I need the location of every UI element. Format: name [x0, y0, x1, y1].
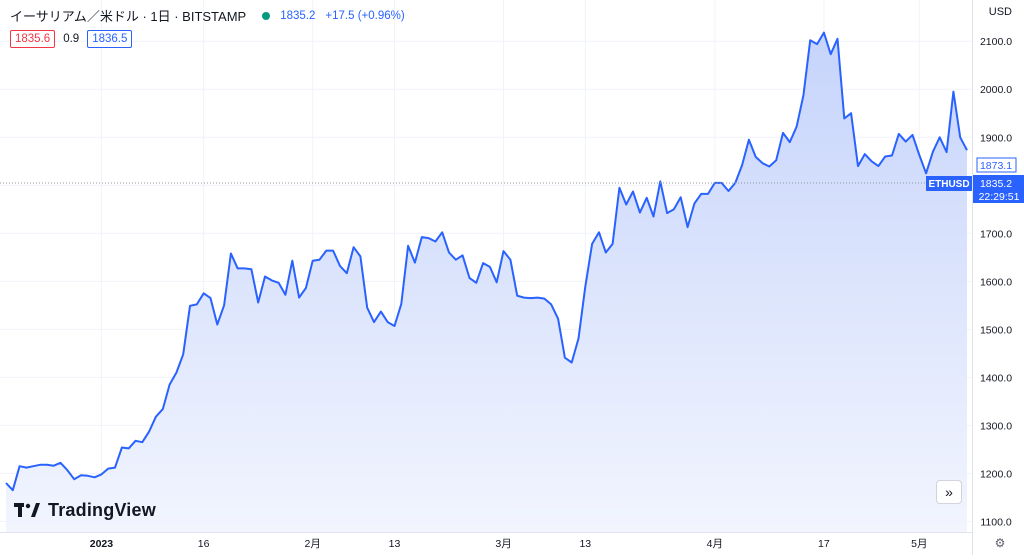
prev-close-label: 1873.1: [980, 160, 1012, 172]
countdown-label: 22:29:51: [979, 191, 1020, 203]
time-tick-label: 2月: [305, 538, 321, 550]
brand-name: TradingView: [48, 500, 156, 520]
chart-header: イーサリアム／米ドル · 1日 · BITSTAMP 1835.2 +17.5 …: [10, 6, 405, 25]
price-tick-label: 1100.0: [980, 516, 1011, 528]
quote-bar: 1835.6 0.9 1836.5: [10, 30, 133, 48]
market-status-icon: [262, 11, 271, 20]
currency-selector[interactable]: USD: [989, 6, 1012, 18]
price-chart[interactable]: 1100.0 1200.0 1300.0 1400.0 1500.0 1600.0 1700…: [0, 0, 1024, 555]
chart-area[interactable]: 1100.0 1200.0 1300.0 1400.0 1500.0 1600.0 1700…: [0, 0, 1024, 555]
bid-button[interactable]: 1835.6: [10, 30, 56, 48]
time-tick-label: 5月: [911, 538, 927, 550]
header-change: +17.5 (+0.96%): [325, 9, 405, 22]
price-tick-label: 1900.0: [980, 132, 1012, 144]
price-tick-label: 1200.0: [980, 468, 1012, 480]
time-tick-label: 13: [389, 538, 401, 550]
price-tick-label: 1500.0: [980, 324, 1012, 336]
tradingview-logo[interactable]: TradingView: [14, 500, 156, 521]
symbol-title[interactable]: イーサリアム／米ドル · 1日 · BITSTAMP: [10, 6, 246, 25]
tradingview-logo-icon: [14, 502, 40, 517]
double-chevron-right-icon: »: [945, 484, 953, 500]
time-tick-label: 4月: [707, 538, 723, 550]
time-tick-label: 16: [198, 538, 210, 550]
symbol-label: ETHUSD: [928, 179, 969, 190]
time-tick-label: 2023: [90, 538, 114, 550]
area-fill: [6, 32, 967, 532]
time-tick-label: 3月: [495, 538, 511, 550]
price-tick-label: 2100.0: [980, 36, 1012, 48]
last-price-label: 1835.2: [980, 178, 1012, 190]
gear-icon: ⚙: [994, 536, 1006, 550]
spread-value: 0.9: [63, 33, 80, 45]
header-last-price: 1835.2: [280, 9, 316, 22]
price-tick-label: 1700.0: [980, 228, 1012, 240]
ask-button[interactable]: 1836.5: [87, 30, 133, 48]
time-tick-label: 13: [579, 538, 591, 550]
price-area: [6, 32, 967, 532]
scroll-to-realtime-button[interactable]: »: [936, 480, 962, 504]
axis-settings-button[interactable]: ⚙: [992, 535, 1008, 551]
price-tick-label: 1300.0: [980, 420, 1012, 432]
price-axis: 1100.0 1200.0 1300.0 1400.0 1500.0 1600.0 1700…: [980, 36, 1012, 528]
price-tick-label: 2000.0: [980, 84, 1012, 96]
time-axis: 2023 16 2月 13 3月 13 4月 17 5月: [90, 538, 928, 550]
price-tick-label: 1400.0: [980, 372, 1012, 384]
price-tick-label: 1600.0: [980, 276, 1012, 288]
time-tick-label: 17: [818, 538, 830, 550]
